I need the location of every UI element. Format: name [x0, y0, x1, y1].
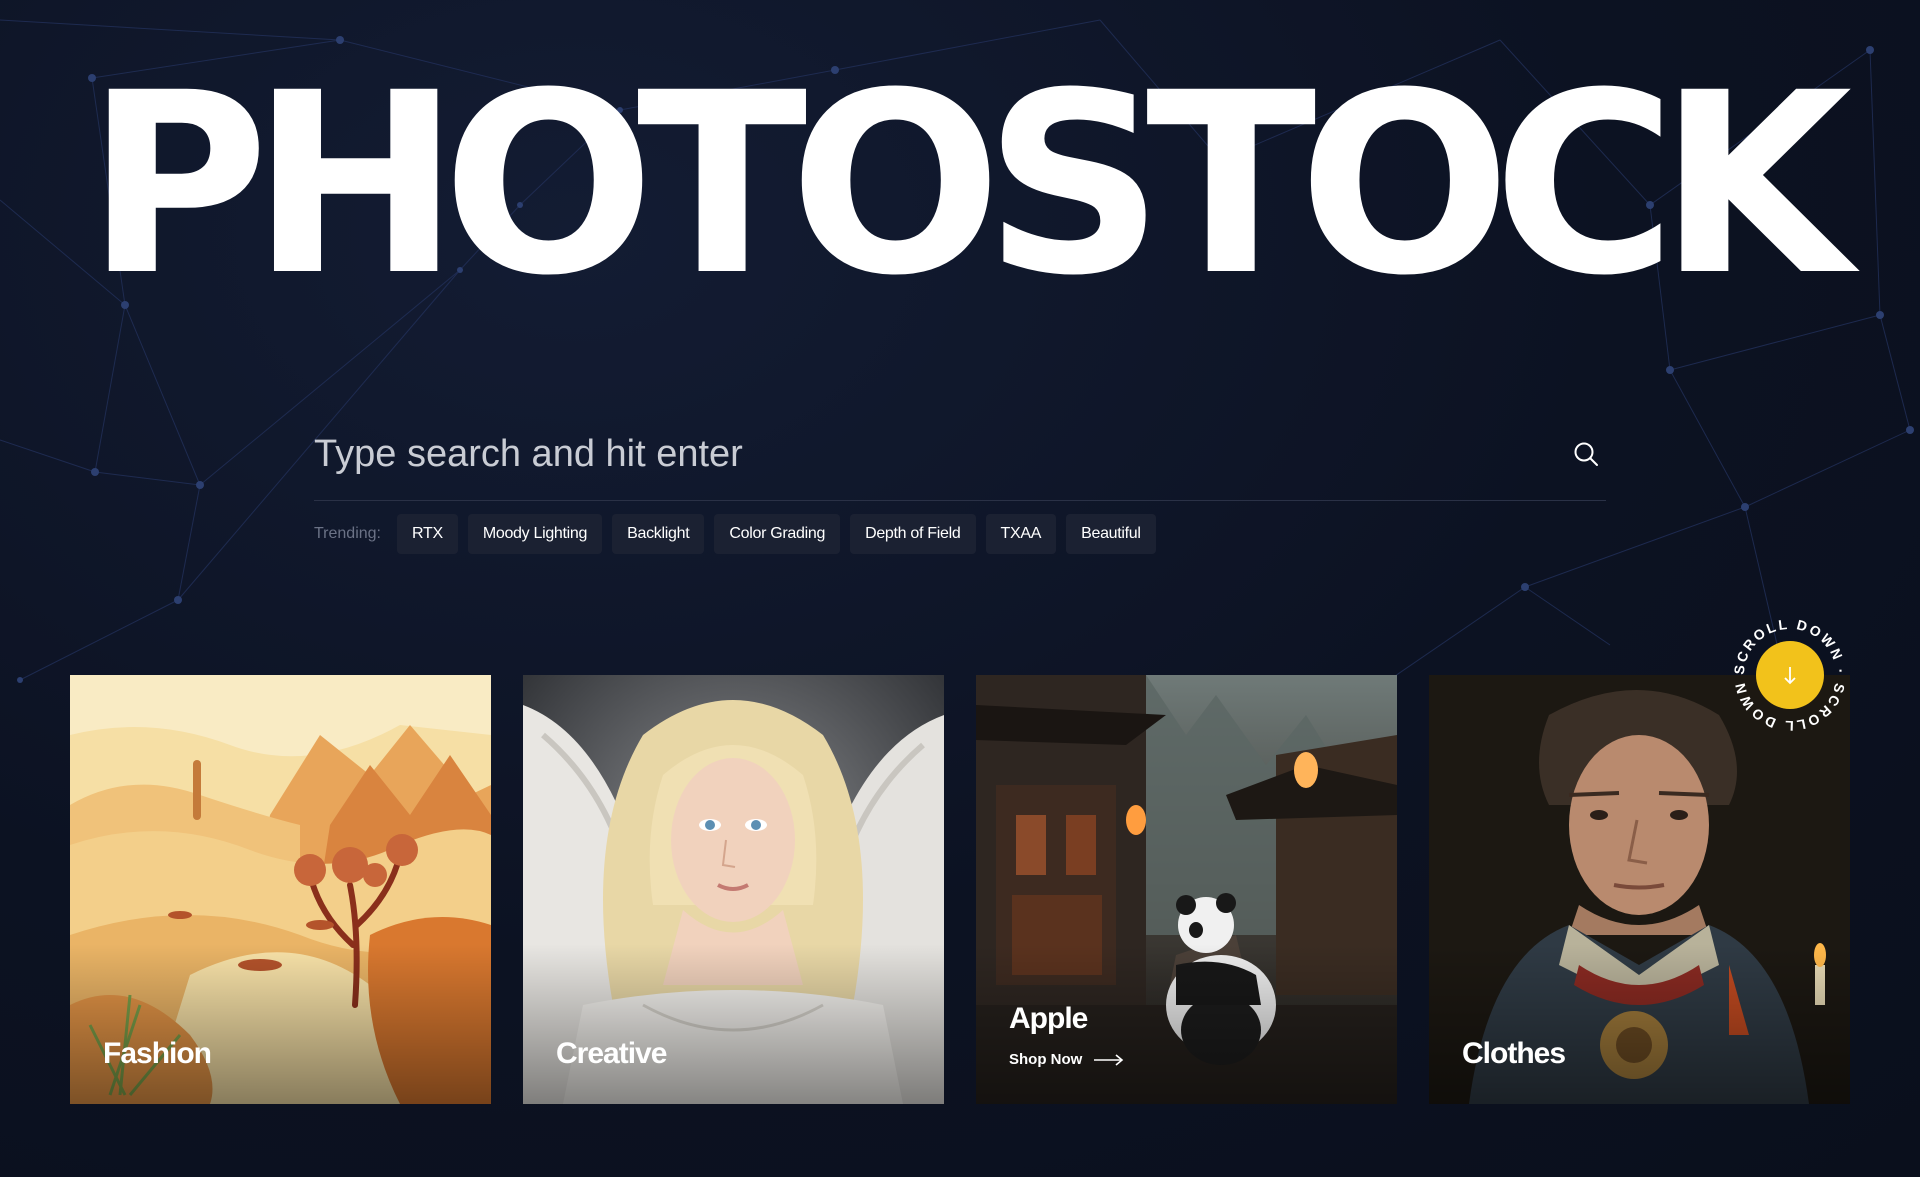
search-icon: [1574, 442, 1598, 466]
tag-backlight[interactable]: Backlight: [612, 514, 705, 554]
tag-beautiful[interactable]: Beautiful: [1066, 514, 1156, 554]
scroll-down-badge: SCROLL DOWN · SCROLL DOWN ·: [1726, 602, 1846, 734]
card-apple[interactable]: Apple Shop Now: [976, 675, 1397, 1104]
trending-tags: Trending: RTX Moody Lighting Backlight C…: [314, 514, 1156, 554]
card-title: Fashion: [103, 1037, 212, 1070]
card-title: Clothes: [1462, 1037, 1566, 1070]
scroll-down-button[interactable]: SCROLL DOWN · SCROLL DOWN ·: [1726, 602, 1850, 735]
search-button[interactable]: [1566, 434, 1606, 474]
shop-now-link[interactable]: Shop Now: [1009, 1051, 1124, 1068]
search-input[interactable]: [314, 424, 1494, 484]
shop-now-label: Shop Now: [1009, 1051, 1083, 1068]
card-title: Creative: [556, 1037, 667, 1070]
card-fashion[interactable]: Fashion: [70, 675, 491, 1104]
tag-depth-of-field[interactable]: Depth of Field: [850, 514, 976, 554]
tag-txaa[interactable]: TXAA: [985, 514, 1057, 554]
card-clothes[interactable]: Clothes: [1429, 675, 1850, 1104]
card-title: Apple: [1009, 1002, 1088, 1035]
category-cards: Fashion Creative Apple Shop Now Clothes: [70, 675, 1850, 1104]
search-bar: [314, 410, 1606, 501]
arrow-right-icon: [1094, 1053, 1124, 1066]
page: PHOTOSTOCK Trending: RTX Moody Lighting …: [0, 0, 1920, 1177]
tag-rtx[interactable]: RTX: [397, 514, 458, 554]
tag-moody-lighting[interactable]: Moody Lighting: [467, 514, 603, 554]
card-creative[interactable]: Creative: [523, 675, 944, 1104]
trending-label: Trending:: [314, 525, 381, 542]
tag-color-grading[interactable]: Color Grading: [714, 514, 841, 554]
site-title: PHOTOSTOCK: [85, 39, 1852, 330]
